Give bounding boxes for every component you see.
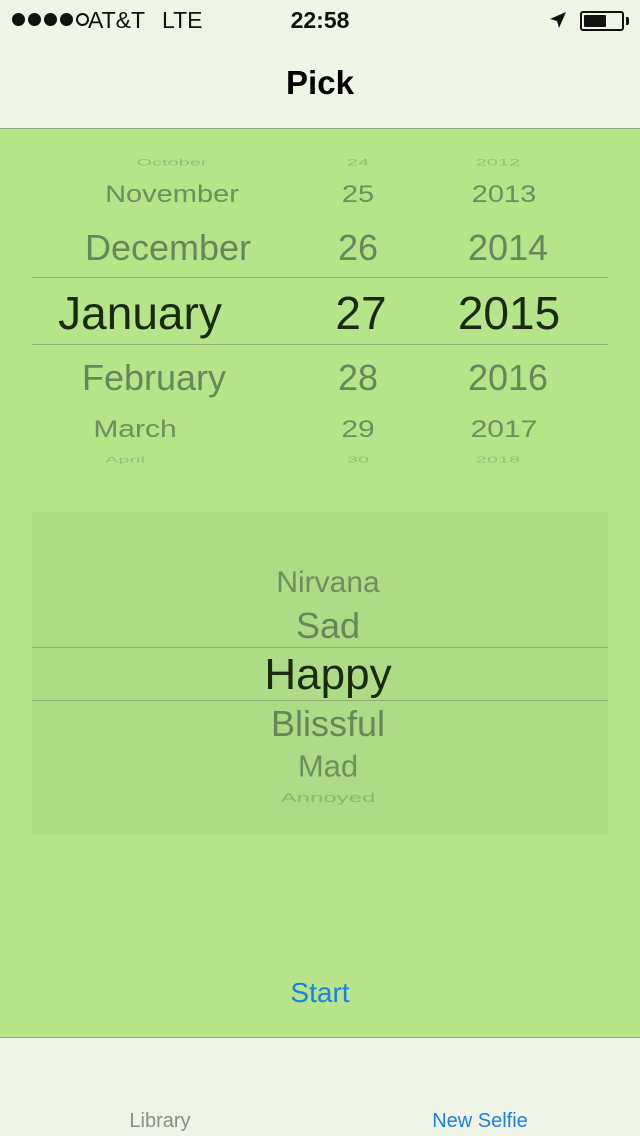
year-option[interactable]: 2016: [468, 360, 548, 396]
month-option[interactable]: March: [93, 418, 176, 442]
mood-selected[interactable]: Happy: [264, 653, 391, 697]
mood-picker[interactable]: Nirvana Sad Happy Blissful Mad Annoyed: [32, 512, 608, 835]
year-option[interactable]: 2014: [468, 230, 548, 266]
month-option[interactable]: April: [105, 456, 145, 464]
tab-bar: Library New Selfie: [0, 1037, 640, 1136]
mood-option[interactable]: Mad: [298, 751, 358, 782]
day-option[interactable]: 30: [347, 456, 369, 464]
mood-option[interactable]: Nirvana: [276, 568, 379, 598]
year-option[interactable]: 2017: [471, 418, 538, 442]
app-screen: AT&T LTE 22:58 Pick October November Dec…: [0, 0, 640, 1136]
month-option[interactable]: December: [85, 230, 251, 266]
year-option[interactable]: 2013: [472, 183, 537, 207]
tab-library[interactable]: Library: [0, 1110, 320, 1133]
battery-tip: [626, 17, 629, 25]
status-time: 22:58: [290, 7, 350, 33]
start-button[interactable]: Start: [220, 970, 420, 1016]
month-option[interactable]: October: [136, 159, 207, 168]
day-option[interactable]: 29: [341, 418, 374, 442]
top-bar: AT&T LTE 22:58 Pick: [0, 0, 640, 129]
mood-option[interactable]: Blissful: [271, 706, 385, 742]
status-bar: AT&T LTE 22:58: [0, 0, 640, 40]
year-option[interactable]: 2012: [476, 159, 521, 168]
day-selected[interactable]: 27: [335, 290, 386, 336]
tab-new-selfie[interactable]: New Selfie: [320, 1110, 640, 1133]
month-selected[interactable]: January: [58, 290, 222, 336]
location-arrow-icon: [550, 12, 566, 28]
day-option[interactable]: 25: [342, 183, 374, 207]
mood-option[interactable]: Annoyed: [281, 791, 376, 804]
month-option[interactable]: November: [105, 183, 239, 207]
date-picker[interactable]: October November December January Februa…: [32, 150, 608, 466]
battery-level: [584, 15, 606, 27]
year-option[interactable]: 2018: [476, 456, 521, 464]
day-option[interactable]: 24: [347, 159, 369, 168]
year-selected[interactable]: 2015: [458, 290, 560, 336]
day-option[interactable]: 28: [338, 360, 378, 396]
battery-icon: [580, 11, 624, 31]
day-option[interactable]: 26: [338, 230, 378, 266]
page-title: Pick: [286, 64, 354, 101]
month-option[interactable]: February: [82, 360, 226, 396]
mood-option[interactable]: Sad: [296, 608, 360, 644]
